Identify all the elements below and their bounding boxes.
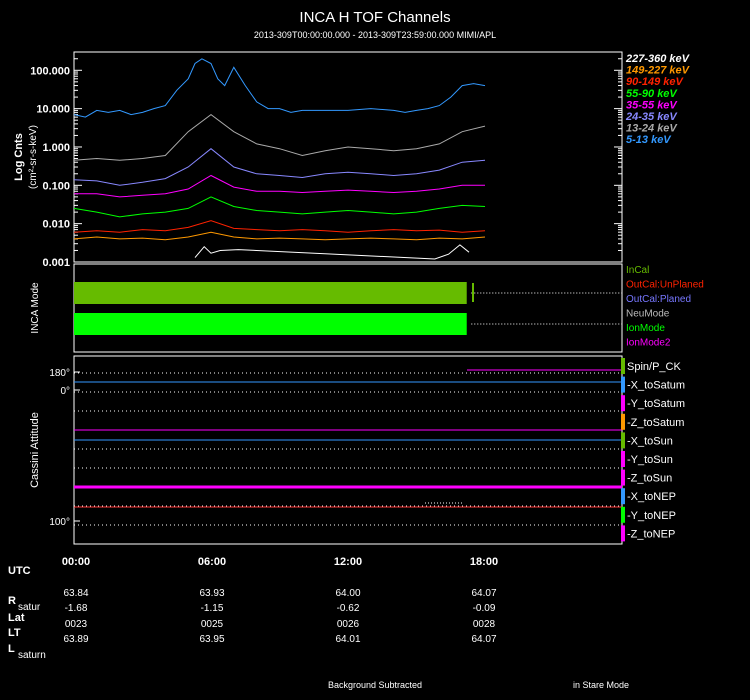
- tof-legend-entry: 5-13 keV: [626, 134, 672, 146]
- attitude-legend-entry: -Z_toSun: [627, 473, 672, 485]
- time-tick-label: 00:00: [62, 556, 90, 568]
- ephemeris-value: -1.15: [201, 603, 224, 614]
- ephemeris-value: 63.93: [199, 588, 224, 599]
- attitude-ytick-label: 100°: [49, 517, 70, 528]
- mode-legend-entry: OutCal:UnPlaned: [626, 280, 704, 291]
- tof-series-line: [73, 220, 486, 233]
- attitude-legend-swatch: [621, 506, 625, 523]
- attitude-legend-swatch: [621, 358, 625, 374]
- tof-series-line: [73, 231, 486, 241]
- ephemeris-row-sublabel: saturn: [18, 650, 46, 661]
- attitude-legend-swatch: [621, 413, 625, 430]
- chart-subtitle: 2013-309T00:00:00.000 - 2013-309T23:59:0…: [254, 30, 496, 40]
- ephemeris-value: 64.07: [471, 634, 496, 645]
- mode-legend-entry: InCal: [626, 265, 649, 276]
- attitude-ytick-label: 180°: [49, 368, 70, 379]
- mode-panel-frame: [73, 263, 623, 353]
- tof-ylabel-units: (cm²-sr-s-keV): [28, 125, 39, 189]
- tof-series-line: [74, 174, 485, 198]
- tof-legend-entry: 149-227 keV: [626, 65, 691, 77]
- tof-ylabel: Log Cnts: [13, 133, 25, 181]
- ephemeris-value: -0.09: [473, 603, 496, 614]
- tof-legend-entry: 90-149 keV: [626, 76, 685, 88]
- ephemeris-row-label: L: [8, 643, 15, 655]
- attitude-legend-swatch: [621, 432, 625, 449]
- attitude-legend-entry: -X_toNEP: [627, 491, 676, 503]
- attitude-legend-swatch: [621, 488, 625, 505]
- ephemeris-value: 63.95: [199, 634, 224, 645]
- footer-background-subtracted: Background Subtracted: [328, 680, 422, 690]
- chart-figure: INCA H TOF Channels 2013-309T00:00:00.00…: [8, 9, 704, 690]
- attitude-legend-swatch: [621, 376, 625, 393]
- tof-series-line: [73, 148, 486, 186]
- ephemeris-value: 64.00: [335, 588, 360, 599]
- mode-ylabel: INCA Mode: [30, 282, 41, 334]
- tof-legend-entry: 13-24 keV: [626, 123, 678, 135]
- tof-series-line: [73, 58, 486, 118]
- mode-bar: [74, 313, 467, 335]
- tof-ytick-label: 10.000: [36, 104, 70, 116]
- attitude-legend-entry: -Z_toNEP: [627, 528, 675, 540]
- attitude-legend-swatch: [621, 395, 625, 412]
- attitude-legend-swatch: [621, 469, 625, 486]
- footer-stare-mode: in Stare Mode: [573, 680, 629, 690]
- tof-ytick-label: 100.000: [30, 65, 70, 77]
- attitude-legend-swatch: [621, 451, 625, 467]
- tof-legend-entry: 55-90 keV: [626, 88, 678, 100]
- tof-legend-entry: 227-360 keV: [625, 53, 691, 65]
- ephemeris-value: 63.89: [63, 634, 88, 645]
- tof-ytick-label: 0.001: [42, 257, 70, 269]
- attitude-legend-entry: -Y_toSun: [627, 454, 673, 466]
- ephemeris-value: 0028: [473, 619, 496, 630]
- time-tick-label: 12:00: [334, 556, 362, 568]
- ephemeris-value: 0026: [337, 619, 360, 630]
- ephemeris-value: 64.01: [335, 634, 360, 645]
- attitude-panel-frame: [73, 355, 623, 545]
- utc-label: UTC: [8, 565, 31, 577]
- tof-legend-entry: 35-55 keV: [626, 99, 678, 111]
- attitude-legend-swatch: [621, 525, 625, 542]
- ephemeris-value: -0.62: [337, 603, 360, 614]
- attitude-legend-entry: -Y_toSatum: [627, 398, 685, 410]
- time-tick-label: 18:00: [470, 556, 498, 568]
- ephemeris-row-label: Lat: [8, 612, 25, 624]
- tof-legend-entry: 24-35 keV: [625, 111, 678, 123]
- time-tick-label: 06:00: [198, 556, 226, 568]
- ephemeris-row-label: LT: [8, 627, 21, 639]
- ephemeris-row-label: R: [8, 595, 16, 607]
- mode-legend-entry: OutCal:Planed: [626, 294, 691, 305]
- ephemeris-value: 63.84: [63, 588, 88, 599]
- tof-series-line: [194, 244, 470, 260]
- tof-ytick-label: 1.000: [42, 142, 70, 154]
- attitude-legend-entry: -Z_toSatum: [627, 417, 684, 429]
- mode-legend-entry: IonMode2: [626, 338, 671, 349]
- attitude-legend-entry: -X_toSatum: [627, 380, 685, 392]
- tof-ytick-label: 0.010: [42, 219, 70, 231]
- ephemeris-value: 64.07: [471, 588, 496, 599]
- attitude-legend-entry: Spin/P_CK: [627, 361, 681, 373]
- ephemeris-value: 0025: [201, 619, 224, 630]
- tof-series-line: [73, 196, 486, 218]
- mode-legend-entry: NeuMode: [626, 309, 670, 320]
- attitude-legend-entry: -Y_toNEP: [627, 510, 676, 522]
- tof-ytick-label: 0.100: [42, 180, 70, 192]
- mode-bar: [74, 282, 467, 304]
- tof-series-line: [73, 113, 486, 161]
- attitude-ylabel: Cassini Attitude: [29, 412, 41, 488]
- chart-title: INCA H TOF Channels: [299, 9, 450, 26]
- ephemeris-value: -1.68: [65, 603, 88, 614]
- mode-legend-entry: IonMode: [626, 323, 665, 334]
- ephemeris-value: 0023: [65, 619, 88, 630]
- attitude-legend-entry: -X_toSun: [627, 435, 673, 447]
- attitude-ytick-label: 0°: [60, 386, 70, 397]
